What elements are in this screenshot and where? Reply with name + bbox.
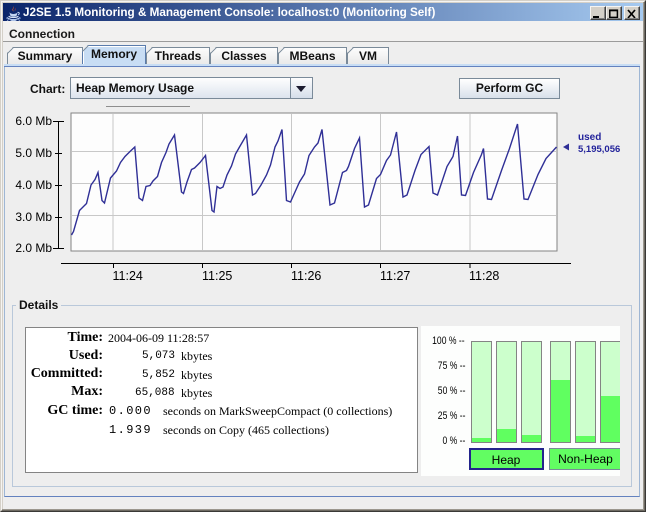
svg-text:5,195,056: 5,195,056: [578, 144, 620, 155]
svg-text:11:27: 11:27: [380, 269, 410, 283]
svg-text:6.0 Mb: 6.0 Mb: [15, 114, 52, 128]
svg-text:11:25: 11:25: [202, 269, 232, 283]
svg-text:11:24: 11:24: [113, 269, 143, 283]
svg-text:11:28: 11:28: [469, 269, 499, 283]
svg-text:11:26: 11:26: [291, 269, 321, 283]
svg-text:2.0 Mb: 2.0 Mb: [15, 241, 52, 255]
svg-text:4.0 Mb: 4.0 Mb: [15, 178, 52, 192]
svg-text:5.0 Mb: 5.0 Mb: [15, 146, 52, 160]
svg-text:3.0 Mb: 3.0 Mb: [15, 210, 52, 224]
svg-text:used: used: [578, 132, 601, 143]
